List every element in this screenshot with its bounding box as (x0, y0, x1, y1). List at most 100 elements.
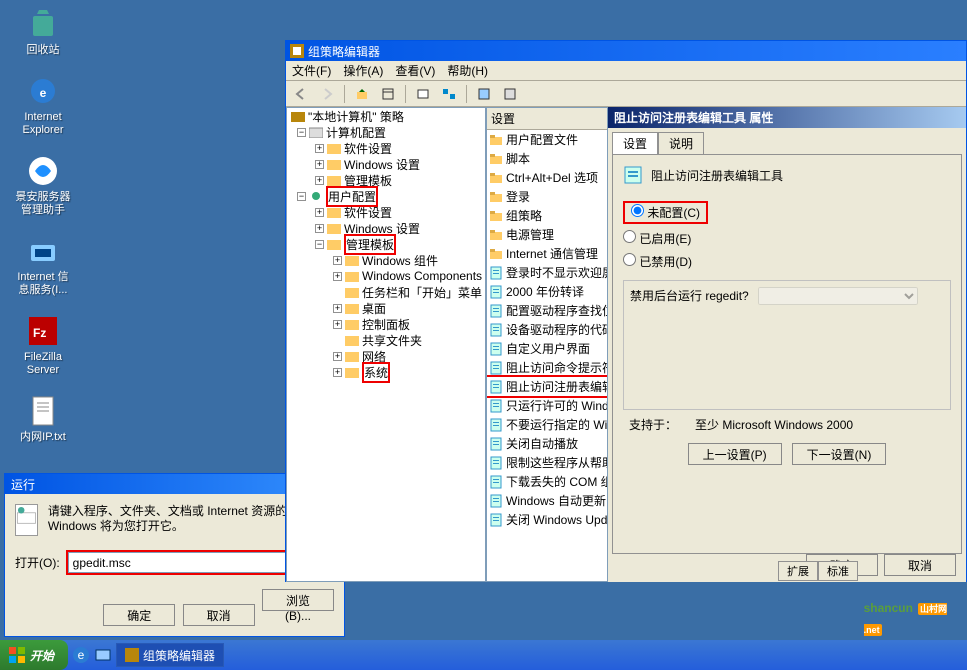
run-cancel-button[interactable]: 取消 (183, 604, 255, 626)
setting-item[interactable]: 登录时不显示欢迎屏幕 (487, 263, 607, 282)
tree-item[interactable]: 软件设置 (344, 140, 392, 157)
tree-item[interactable]: 共享文件夹 (362, 332, 422, 349)
setting-item[interactable]: 阻止访问注册表编辑工具 (487, 377, 607, 396)
tree-item[interactable]: Windows 组件 (362, 252, 438, 269)
setting-item[interactable]: 关闭 Windows Update (487, 510, 607, 529)
tree-item[interactable]: 任务栏和「开始」菜单 (362, 284, 482, 301)
tree-toggle[interactable]: + (315, 144, 324, 153)
policy-icon (489, 323, 503, 337)
tree-item[interactable]: 桌面 (362, 300, 386, 317)
setting-item[interactable]: 设备驱动程序的代码签名 (487, 320, 607, 339)
run-ok-button[interactable]: 确定 (103, 604, 175, 626)
toolbar-back-button[interactable] (290, 83, 312, 105)
setting-item[interactable]: Windows 自动更新 (487, 491, 607, 510)
toolbar-export-button[interactable] (499, 83, 521, 105)
setting-item[interactable]: 不要运行指定的 Windows 应用程序 (487, 415, 607, 434)
quicklaunch-ie[interactable]: e (72, 646, 90, 664)
menu-help[interactable]: 帮助(H) (447, 62, 488, 79)
tab-extended[interactable]: 扩展 (778, 561, 818, 581)
svg-text:e: e (78, 648, 85, 662)
quicklaunch-desktop[interactable] (94, 646, 112, 664)
run-browse-button[interactable]: 浏览(B)... (262, 589, 334, 611)
policy-icon (489, 494, 503, 508)
setting-item[interactable]: Internet 通信管理 (487, 244, 607, 263)
tree-computer-config[interactable]: 计算机配置 (326, 124, 386, 141)
radio-disabled[interactable]: 已禁用(D) (623, 255, 692, 269)
setting-item[interactable]: 自定义用户界面 (487, 339, 607, 358)
settings-list-pane[interactable]: 设置 用户配置文件脚本Ctrl+Alt+Del 选项登录组策略电源管理Inter… (486, 107, 608, 582)
folder-icon (489, 152, 503, 166)
jingan-icon (27, 155, 59, 187)
tree-item[interactable]: 软件设置 (344, 204, 392, 221)
next-setting-button[interactable]: 下一设置(N) (792, 443, 887, 465)
tree-toggle[interactable]: + (333, 304, 342, 313)
tree-pane[interactable]: "本地计算机" 策略 − 计算机配置 + 软件设置 + Windows 设置 + 管理模… (286, 107, 486, 582)
tree-toggle[interactable]: + (315, 160, 324, 169)
setting-item[interactable]: 登录 (487, 187, 607, 206)
start-button[interactable]: 开始 (0, 640, 68, 670)
taskbar-app-gpedit[interactable]: 组策略编辑器 (116, 643, 224, 667)
setting-item[interactable]: 关闭自动播放 (487, 434, 607, 453)
toolbar (286, 81, 966, 107)
props-tab-setting[interactable]: 设置 (612, 132, 658, 154)
folder-icon (489, 171, 503, 185)
props-tab-explain[interactable]: 说明 (658, 132, 704, 154)
setting-item[interactable]: 下载丢失的 COM 组件 (487, 472, 607, 491)
setting-item[interactable]: 限制这些程序从帮助启动 (487, 453, 607, 472)
tree-item[interactable]: Windows Components (362, 269, 482, 283)
menu-action[interactable]: 操作(A) (343, 62, 383, 79)
toolbar-help-button[interactable] (473, 83, 495, 105)
tree-user-config[interactable]: 用户配置 (328, 190, 376, 204)
tree-item[interactable]: 控制面板 (362, 316, 410, 333)
tree-toggle[interactable]: + (333, 320, 342, 329)
svg-text:e: e (40, 86, 47, 100)
tree-toggle[interactable]: + (333, 368, 342, 377)
desktop-icon-recycle-bin[interactable]: 回收站 (8, 8, 78, 57)
tree-toggle[interactable]: + (315, 176, 324, 185)
setting-item[interactable]: Ctrl+Alt+Del 选项 (487, 168, 607, 187)
props-cancel-button[interactable]: 取消 (884, 554, 956, 576)
tab-standard[interactable]: 标准 (818, 561, 858, 581)
tree-toggle[interactable]: − (315, 240, 324, 249)
tree-toggle[interactable]: + (315, 224, 324, 233)
prev-setting-button[interactable]: 上一设置(P) (688, 443, 782, 465)
setting-item[interactable]: 脚本 (487, 149, 607, 168)
tree-toggle[interactable]: − (297, 128, 306, 137)
tree-toggle[interactable]: + (315, 208, 324, 217)
desktop-icon-jingan[interactable]: 景安服务器 管理助手 (8, 155, 78, 217)
radio-enabled[interactable]: 已启用(E) (623, 232, 691, 246)
setting-item[interactable]: 电源管理 (487, 225, 607, 244)
sub-setting-select[interactable] (758, 287, 918, 305)
toolbar-up-button[interactable] (351, 83, 373, 105)
setting-item[interactable]: 2000 年份转译 (487, 282, 607, 301)
setting-item[interactable]: 阻止访问命令提示符 (487, 358, 607, 377)
tree-root[interactable]: "本地计算机" 策略 (308, 108, 404, 125)
radio-not-configured[interactable]: 未配置(C) (631, 206, 700, 220)
tree-toggle[interactable]: − (297, 192, 306, 201)
toolbar-properties-button[interactable] (412, 83, 434, 105)
desktop-icon-filezilla[interactable]: Fz FileZilla Server (8, 315, 78, 377)
shancun-logo: shancun 山村网.net (864, 596, 947, 638)
setting-label: 脚本 (506, 150, 530, 167)
setting-item[interactable]: 用户配置文件 (487, 130, 607, 149)
desktop-icon-ie[interactable]: e Internet Explorer (8, 75, 78, 137)
tree-toggle[interactable]: + (333, 272, 342, 281)
toolbar-forward-button[interactable] (316, 83, 338, 105)
policy-icon (623, 165, 643, 185)
desktop-icon-iis[interactable]: Internet 信 息服务(I... (8, 235, 78, 297)
desktop-icon-label: FileZilla Server (8, 351, 78, 377)
toolbar-refresh-button[interactable] (438, 83, 460, 105)
tree-admin-templates[interactable]: 管理模板 (346, 238, 394, 252)
setting-item[interactable]: 只运行许可的 Windows 应用程序 (487, 396, 607, 415)
menu-view[interactable]: 查看(V) (395, 62, 435, 79)
tree-toggle[interactable]: + (333, 256, 342, 265)
desktop-icon-txt[interactable]: 内网IP.txt (8, 395, 78, 444)
toolbar-show-button[interactable] (377, 83, 399, 105)
setting-item[interactable]: 配置驱动程序查找位置 (487, 301, 607, 320)
tree-system[interactable]: 系统 (364, 366, 388, 380)
tree-item[interactable]: Windows 设置 (344, 156, 420, 173)
policy-icon (489, 513, 503, 527)
menu-file[interactable]: 文件(F) (292, 62, 331, 79)
setting-item[interactable]: 组策略 (487, 206, 607, 225)
tree-toggle[interactable]: + (333, 352, 342, 361)
